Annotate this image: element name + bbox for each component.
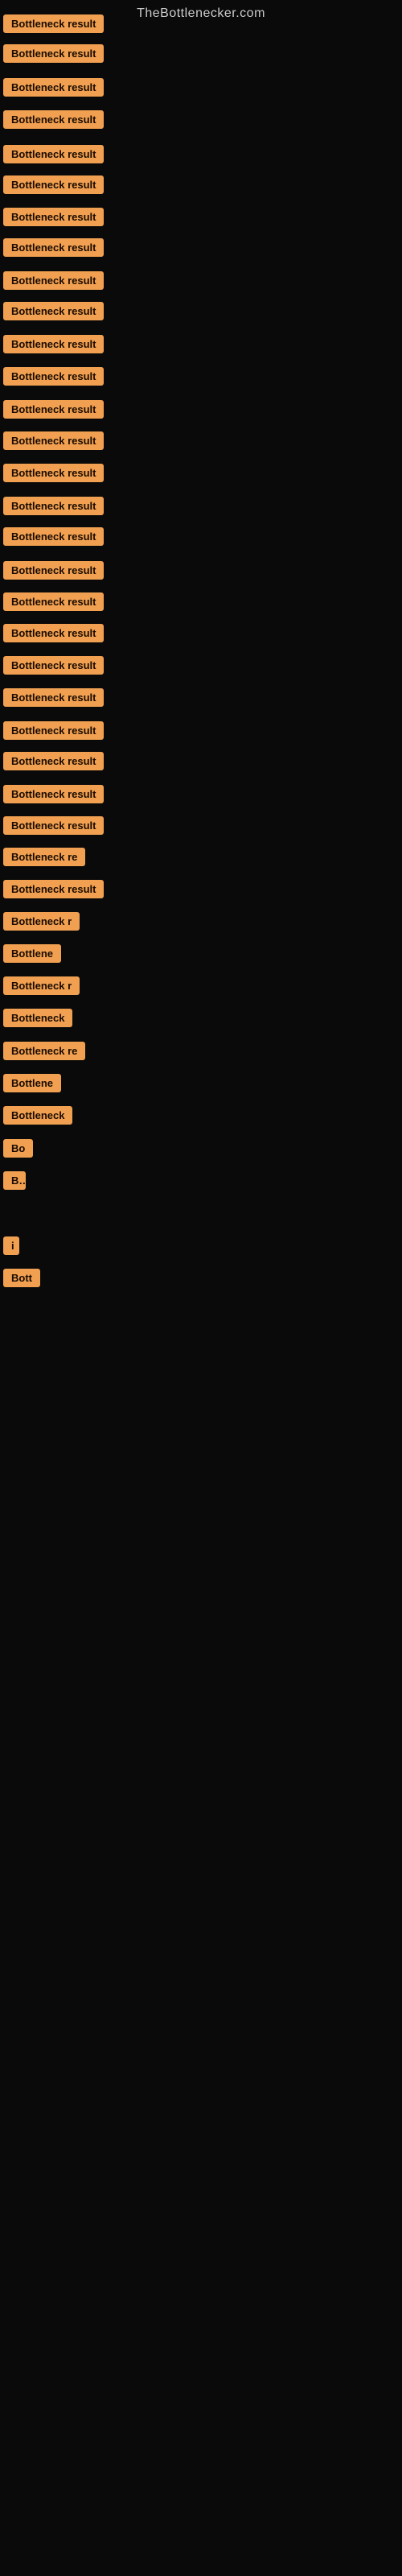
bottleneck-row: Bottleneck r bbox=[3, 912, 80, 931]
bottleneck-label[interactable]: Bottleneck result bbox=[3, 527, 104, 546]
bottleneck-row: Bottleneck result bbox=[3, 431, 104, 450]
bottleneck-row: Bottleneck result bbox=[3, 175, 104, 194]
bottleneck-row: Bott bbox=[3, 1269, 40, 1287]
bottleneck-row: Bottleneck result bbox=[3, 464, 104, 482]
bottleneck-label[interactable]: Bottleneck result bbox=[3, 400, 104, 419]
bottleneck-row: Bottleneck result bbox=[3, 880, 104, 898]
bottleneck-label[interactable]: Bottleneck result bbox=[3, 238, 104, 257]
bottleneck-row: Bottleneck r bbox=[3, 976, 80, 995]
bottleneck-label[interactable]: Bott bbox=[3, 1269, 40, 1287]
bottleneck-row: Bottleneck re bbox=[3, 1042, 85, 1060]
bottleneck-row: Bottleneck bbox=[3, 1009, 72, 1027]
bottleneck-label[interactable]: Bottleneck r bbox=[3, 912, 80, 931]
bottleneck-label[interactable]: Bottlene bbox=[3, 944, 61, 963]
bottleneck-row: Bottleneck result bbox=[3, 208, 104, 226]
bottleneck-row: Bottlene bbox=[3, 1074, 61, 1092]
bottleneck-label[interactable]: Bottleneck result bbox=[3, 464, 104, 482]
bottleneck-row: Bottleneck re bbox=[3, 848, 85, 866]
bottleneck-label[interactable]: Bottleneck result bbox=[3, 721, 104, 740]
bottleneck-row: Bottleneck result bbox=[3, 145, 104, 163]
bottleneck-label[interactable]: Bottleneck result bbox=[3, 208, 104, 226]
bottleneck-label[interactable]: Bottleneck result bbox=[3, 785, 104, 803]
bottleneck-row: Bottleneck result bbox=[3, 527, 104, 546]
bottleneck-label[interactable]: i bbox=[3, 1236, 19, 1255]
bottleneck-row: Bottleneck result bbox=[3, 721, 104, 740]
bottleneck-row: Bo bbox=[3, 1139, 33, 1158]
bottleneck-label[interactable]: Bottleneck result bbox=[3, 816, 104, 835]
bottleneck-row: B bbox=[3, 1171, 26, 1190]
bottleneck-label[interactable]: Bottleneck result bbox=[3, 110, 104, 129]
bottleneck-row: Bottleneck result bbox=[3, 688, 104, 707]
bottleneck-row: Bottlene bbox=[3, 944, 61, 963]
bottleneck-label[interactable]: Bottleneck result bbox=[3, 367, 104, 386]
bottleneck-label[interactable]: Bottleneck bbox=[3, 1106, 72, 1125]
bottleneck-label[interactable]: Bottleneck result bbox=[3, 44, 104, 63]
bottleneck-label[interactable]: Bottleneck result bbox=[3, 656, 104, 675]
bottleneck-row: Bottleneck result bbox=[3, 592, 104, 611]
bottleneck-row: Bottleneck result bbox=[3, 14, 104, 33]
bottleneck-label[interactable]: Bottlene bbox=[3, 1074, 61, 1092]
bottleneck-label[interactable]: Bottleneck result bbox=[3, 78, 104, 97]
bottleneck-label[interactable]: Bottleneck result bbox=[3, 752, 104, 770]
bottleneck-label[interactable]: Bottleneck result bbox=[3, 561, 104, 580]
bottleneck-row: Bottleneck result bbox=[3, 78, 104, 97]
bottleneck-label[interactable]: Bottleneck result bbox=[3, 302, 104, 320]
bottleneck-row: i bbox=[3, 1236, 19, 1255]
bottleneck-label[interactable]: Bottleneck bbox=[3, 1009, 72, 1027]
bottleneck-label[interactable]: Bottleneck result bbox=[3, 688, 104, 707]
bottleneck-label[interactable]: Bottleneck result bbox=[3, 497, 104, 515]
bottleneck-row: Bottleneck result bbox=[3, 624, 104, 642]
bottleneck-label[interactable]: Bottleneck result bbox=[3, 335, 104, 353]
bottleneck-row: Bottleneck result bbox=[3, 656, 104, 675]
bottleneck-label[interactable]: Bottleneck result bbox=[3, 175, 104, 194]
bottleneck-label[interactable]: Bottleneck re bbox=[3, 1042, 85, 1060]
bottleneck-label[interactable]: Bottleneck r bbox=[3, 976, 80, 995]
bottleneck-row: Bottleneck result bbox=[3, 816, 104, 835]
bottleneck-row: Bottleneck result bbox=[3, 400, 104, 419]
bottleneck-label[interactable]: Bottleneck result bbox=[3, 14, 104, 33]
bottleneck-label[interactable]: Bottleneck result bbox=[3, 624, 104, 642]
bottleneck-row: Bottleneck result bbox=[3, 110, 104, 129]
bottleneck-label[interactable]: Bo bbox=[3, 1139, 33, 1158]
bottleneck-label[interactable]: Bottleneck result bbox=[3, 271, 104, 290]
bottleneck-label[interactable]: B bbox=[3, 1171, 26, 1190]
bottleneck-label[interactable]: Bottleneck result bbox=[3, 431, 104, 450]
bottleneck-row: Bottleneck result bbox=[3, 271, 104, 290]
bottleneck-row: Bottleneck result bbox=[3, 238, 104, 257]
bottleneck-label[interactable]: Bottleneck result bbox=[3, 880, 104, 898]
bottleneck-row: Bottleneck result bbox=[3, 44, 104, 63]
bottleneck-row: Bottleneck result bbox=[3, 302, 104, 320]
bottleneck-label[interactable]: Bottleneck result bbox=[3, 592, 104, 611]
bottleneck-row: Bottleneck result bbox=[3, 367, 104, 386]
bottleneck-row: Bottleneck result bbox=[3, 785, 104, 803]
bottleneck-label[interactable]: Bottleneck re bbox=[3, 848, 85, 866]
bottleneck-row: Bottleneck result bbox=[3, 335, 104, 353]
bottleneck-row: Bottleneck result bbox=[3, 752, 104, 770]
bottleneck-row: Bottleneck result bbox=[3, 561, 104, 580]
bottleneck-label[interactable]: Bottleneck result bbox=[3, 145, 104, 163]
bottleneck-row: Bottleneck bbox=[3, 1106, 72, 1125]
bottleneck-row: Bottleneck result bbox=[3, 497, 104, 515]
